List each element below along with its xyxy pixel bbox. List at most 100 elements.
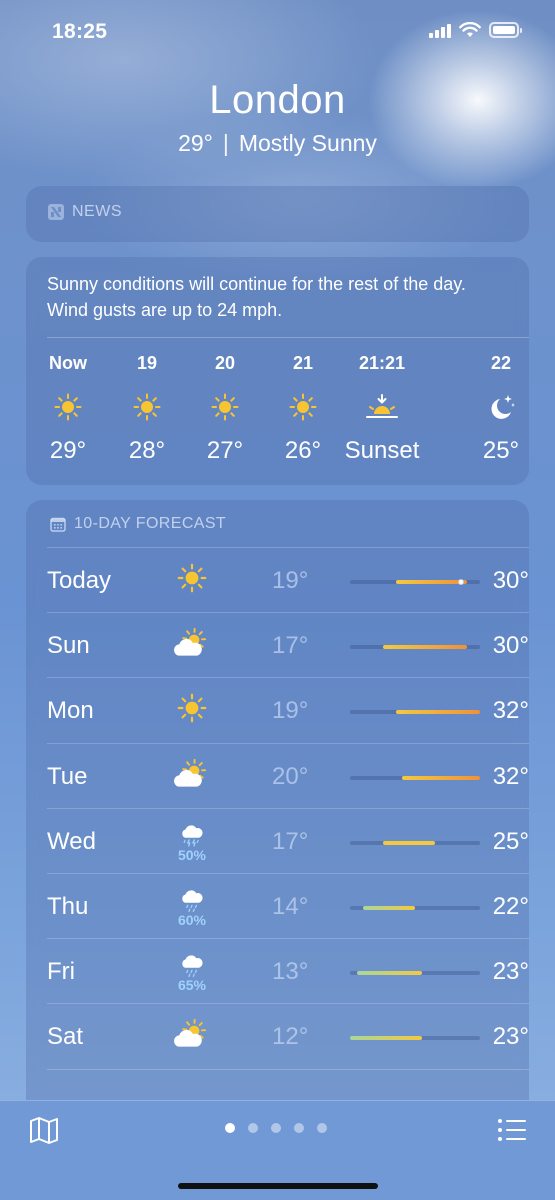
hourly-item: 21:21 Sunset bbox=[337, 353, 427, 465]
temp-range-bar bbox=[350, 710, 480, 715]
forecast-row[interactable]: Mon 19° 32° bbox=[47, 677, 529, 742]
forecast-low: 13° bbox=[272, 958, 309, 986]
temp-range-bar bbox=[350, 840, 480, 845]
hourly-item: 19 28° bbox=[126, 353, 168, 465]
forecast-low: 17° bbox=[272, 827, 309, 855]
separator: | bbox=[222, 130, 229, 156]
battery-icon bbox=[489, 22, 522, 38]
hourly-forecast-card[interactable]: Sunny conditions will continue for the r… bbox=[26, 257, 529, 485]
status-icons bbox=[429, 22, 522, 38]
hour-temp: 27° bbox=[206, 437, 244, 464]
forecast-header: 10-DAY FORECAST bbox=[50, 515, 226, 533]
forecast-row[interactable]: Sun 17° 30° bbox=[47, 612, 529, 677]
forecast-high: 32° bbox=[492, 697, 529, 725]
home-indicator[interactable] bbox=[178, 1183, 378, 1189]
temp-range-bar bbox=[350, 775, 480, 780]
forecast-high: 30° bbox=[492, 632, 529, 660]
rain-cloud-icon: 65% bbox=[172, 953, 212, 993]
forecast-low: 14° bbox=[272, 892, 309, 920]
forecast-row[interactable]: Tue 20° 32° bbox=[47, 742, 529, 808]
sun-icon bbox=[172, 692, 212, 732]
news-label: NEWS bbox=[72, 203, 122, 220]
map-icon[interactable] bbox=[28, 1115, 60, 1145]
temp-range-bar bbox=[350, 971, 480, 976]
forecast-low: 19° bbox=[272, 697, 309, 725]
forecast-day: Sun bbox=[47, 632, 90, 660]
current-conditions: 29° | Mostly Sunny bbox=[0, 130, 555, 157]
temp-range-fill bbox=[356, 971, 422, 976]
forecast-day: Fri bbox=[47, 958, 75, 986]
page-indicator[interactable] bbox=[225, 1123, 327, 1133]
forecast-list: Today 19° 30° Sun 17° 30° Mon 19° 32° Tue 20° 32°… bbox=[47, 547, 529, 1134]
forecast-high: 32° bbox=[492, 762, 529, 790]
hour-temp: 26° bbox=[284, 437, 322, 464]
hour-temp: Sunset bbox=[344, 437, 420, 464]
precip-chance: 65% bbox=[177, 977, 207, 994]
partly-cloudy-icon bbox=[172, 627, 212, 667]
page-dot[interactable] bbox=[271, 1123, 281, 1133]
forecast-high: 23° bbox=[492, 1023, 529, 1051]
hourly-summary: Sunny conditions will continue for the r… bbox=[47, 274, 466, 320]
sun-icon bbox=[172, 562, 212, 602]
page-dot[interactable] bbox=[317, 1123, 327, 1133]
city-name: London bbox=[209, 78, 346, 122]
forecast-day: Sat bbox=[47, 1023, 84, 1051]
partly-cloudy-icon bbox=[172, 1018, 212, 1058]
precip-chance: 60% bbox=[177, 911, 207, 928]
forecast-row[interactable]: Sat 12° 23° bbox=[47, 1003, 529, 1068]
list-icon[interactable] bbox=[497, 1117, 527, 1143]
partly-cloudy-icon bbox=[172, 758, 212, 798]
temp-range-fill bbox=[402, 775, 480, 780]
news-card[interactable]: NEWS bbox=[26, 186, 529, 242]
temp-range-bar bbox=[350, 905, 480, 910]
forecast-high: 30° bbox=[492, 567, 529, 594]
divider bbox=[47, 337, 529, 338]
forecast-low: 19° bbox=[272, 567, 309, 594]
forecast-row[interactable]: Today 19° 30° bbox=[47, 547, 529, 612]
forecast-high: 22° bbox=[492, 892, 529, 920]
hourly-item: 21 26° bbox=[282, 353, 324, 465]
page-dot[interactable] bbox=[248, 1123, 258, 1133]
temp-range-fill bbox=[363, 905, 415, 910]
sun-icon bbox=[204, 387, 246, 427]
forecast-day: Mon bbox=[47, 697, 94, 725]
forecast-day: Wed bbox=[47, 827, 96, 855]
wifi-icon bbox=[459, 22, 481, 37]
forecast-low: 17° bbox=[272, 632, 309, 660]
sun-icon bbox=[47, 387, 89, 427]
news-header: NEWS bbox=[48, 203, 122, 221]
hour-label: 21:21 bbox=[358, 353, 406, 373]
temp-range-bar bbox=[350, 645, 480, 650]
hourly-item: 20 27° bbox=[204, 353, 246, 465]
temp-range-fill bbox=[382, 840, 435, 845]
hour-label: 22 bbox=[490, 353, 512, 373]
temp-range-fill bbox=[395, 580, 467, 584]
forecast-day: Today bbox=[47, 567, 112, 594]
ten-day-forecast-card[interactable]: 10-DAY FORECAST Today 19° 30° Sun 17° 30° Mon… bbox=[26, 500, 529, 1140]
news-icon bbox=[48, 204, 64, 220]
forecast-row[interactable]: Wed 50% 17° 25° bbox=[47, 807, 529, 873]
hour-temp: 28° bbox=[128, 437, 166, 464]
temp-range-bar bbox=[350, 1036, 480, 1041]
hour-temp: 25° bbox=[482, 437, 520, 464]
current-temp-marker bbox=[457, 579, 464, 585]
precip-chance: 50% bbox=[177, 846, 207, 863]
temp-range-bar bbox=[350, 579, 480, 585]
forecast-row[interactable]: Thu 60% 14° 22° bbox=[47, 872, 529, 938]
hour-label: 21 bbox=[292, 353, 314, 373]
forecast-day: Tue bbox=[47, 762, 88, 790]
rain-cloud-icon: 60% bbox=[172, 888, 212, 928]
forecast-day: Thu bbox=[47, 892, 89, 920]
current-temp: 29° bbox=[178, 130, 213, 156]
forecast-low: 20° bbox=[272, 762, 309, 790]
condition-text: Mostly Sunny bbox=[238, 130, 377, 156]
forecast-high: 25° bbox=[492, 827, 529, 855]
temp-range-fill bbox=[350, 1036, 422, 1041]
page-dot[interactable] bbox=[294, 1123, 304, 1133]
forecast-row[interactable]: Fri 65% 13° 23° bbox=[47, 938, 529, 1003]
hour-label: 20 bbox=[214, 353, 236, 373]
thunderstorm-icon: 50% bbox=[172, 823, 212, 863]
temp-range-fill bbox=[395, 710, 480, 715]
hour-label: Now bbox=[49, 353, 87, 373]
page-dot[interactable] bbox=[225, 1123, 235, 1133]
